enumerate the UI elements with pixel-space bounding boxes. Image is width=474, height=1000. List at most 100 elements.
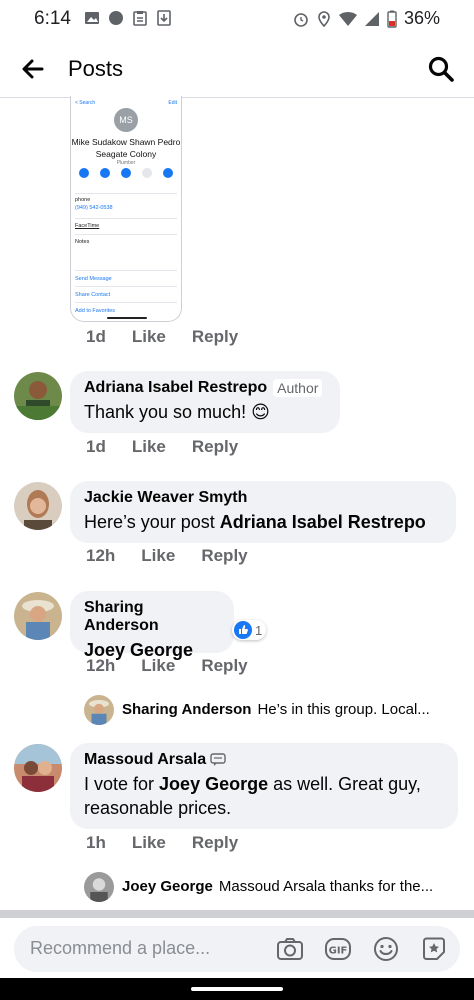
message-action-icon bbox=[79, 168, 89, 178]
comment-author-row: Massoud Arsala bbox=[84, 751, 444, 769]
reply-button[interactable]: Reply bbox=[201, 656, 247, 676]
comment-bubble[interactable]: Adriana Isabel Restrepo Author Thank you… bbox=[70, 371, 340, 433]
status-bar: 6:14 36% bbox=[0, 0, 474, 38]
like-button[interactable]: Like bbox=[132, 437, 166, 457]
comment-bubble[interactable]: Jackie Weaver Smyth Here’s your post Adr… bbox=[70, 481, 456, 543]
comment-meta: 1d Like Reply bbox=[86, 327, 264, 347]
comment-bubble[interactable]: Sharing Anderson Joey George bbox=[70, 591, 234, 660]
page-title: Posts bbox=[68, 56, 124, 81]
camera-icon[interactable] bbox=[276, 935, 304, 963]
reply-author[interactable]: Sharing Anderson bbox=[122, 701, 251, 718]
reaction-count: 1 bbox=[255, 622, 263, 638]
comment-text-plain: Here’s your post bbox=[84, 512, 220, 532]
comment-author[interactable]: Jackie Weaver Smyth bbox=[84, 489, 247, 507]
reply-snippet: He’s in this group. Local... bbox=[257, 701, 430, 718]
comment-meta: 12h Like Reply bbox=[86, 546, 274, 566]
clipboard-icon bbox=[133, 11, 147, 26]
reply-preview[interactable]: Sharing Anderson He’s in this group. Loc… bbox=[122, 701, 430, 718]
reply-button[interactable]: Reply bbox=[192, 833, 238, 853]
avatar[interactable] bbox=[14, 592, 62, 640]
comment-time: 1h bbox=[86, 833, 106, 852]
phone-number: (949) 542-0538 bbox=[75, 205, 113, 211]
add-favorites-link: Add to Favorites bbox=[75, 308, 116, 314]
comment-meta: 1h Like Reply bbox=[86, 833, 264, 853]
notes-label: Notes bbox=[75, 239, 90, 245]
avatar[interactable] bbox=[14, 482, 62, 530]
back-arrow-icon[interactable] bbox=[18, 54, 48, 84]
reply-snippet: Massoud Arsala thanks for the... bbox=[218, 878, 434, 895]
avatar[interactable] bbox=[84, 695, 114, 725]
comment-author[interactable]: Sharing Anderson bbox=[84, 599, 220, 635]
location-icon bbox=[318, 10, 330, 27]
comment-time: 1d bbox=[86, 437, 106, 456]
alarm-icon bbox=[294, 12, 308, 27]
photo-icon bbox=[85, 12, 99, 24]
comment-text: Here’s your post Adriana Isabel Restrepo bbox=[84, 510, 442, 534]
emoji-icon[interactable] bbox=[372, 935, 400, 963]
svg-text:GIF: GIF bbox=[329, 946, 348, 957]
divider bbox=[75, 193, 177, 194]
contact-initials: MS bbox=[114, 108, 138, 132]
like-button[interactable]: Like bbox=[132, 327, 166, 347]
comment-bubble[interactable]: Massoud Arsala I vote for Joey George as… bbox=[70, 743, 458, 829]
reply-preview[interactable]: Joey George Massoud Arsala thanks for th… bbox=[122, 878, 433, 895]
comment-time: 1d bbox=[86, 327, 106, 346]
contact-name: Mike Sudakow Shawn Pedro Seagate Colony bbox=[71, 137, 181, 159]
comment-time: 12h bbox=[86, 546, 116, 565]
like-button[interactable]: Like bbox=[141, 656, 175, 676]
comment-author[interactable]: Massoud Arsala bbox=[84, 751, 206, 769]
gif-icon[interactable]: GIF bbox=[324, 935, 352, 963]
wifi-icon bbox=[338, 11, 357, 26]
comment-author-row: Jackie Weaver Smyth bbox=[84, 489, 442, 507]
pay-action-icon bbox=[163, 168, 173, 178]
system-icons: 36% bbox=[293, 8, 440, 29]
comment-input[interactable]: Recommend a place... bbox=[30, 938, 210, 959]
comment-author-row: Adriana Isabel Restrepo Author bbox=[84, 379, 326, 397]
send-message-link: Send Message bbox=[75, 276, 112, 282]
comment-image[interactable]: < Search Edit MS Mike Sudakow Shawn Pedr… bbox=[70, 96, 182, 322]
search-icon[interactable] bbox=[426, 54, 456, 84]
conversation-starter-icon bbox=[210, 753, 226, 766]
comment-composer[interactable]: Recommend a place... GIF bbox=[14, 926, 460, 972]
image-top-bar: < Search Edit bbox=[75, 100, 177, 106]
phone-label: phone bbox=[75, 197, 91, 203]
comment-text: Thank you so much! 😊 bbox=[84, 402, 270, 422]
avatar[interactable] bbox=[14, 372, 62, 420]
video-action-icon bbox=[121, 168, 131, 178]
contact-sub: Plumber bbox=[116, 160, 136, 166]
signal-icon bbox=[364, 11, 379, 26]
comment-meta: 12h Like Reply bbox=[86, 656, 274, 676]
divider bbox=[75, 302, 177, 303]
battery-icon bbox=[387, 10, 397, 28]
mention[interactable]: Joey George bbox=[159, 774, 268, 794]
like-button[interactable]: Like bbox=[132, 833, 166, 853]
share-contact-link: Share Contact bbox=[75, 292, 111, 298]
divider bbox=[75, 218, 177, 219]
reply-author[interactable]: Joey George bbox=[122, 878, 213, 895]
home-gesture-pill[interactable] bbox=[191, 987, 283, 991]
comment-author-row: Sharing Anderson bbox=[84, 599, 220, 635]
screen: 6:14 36% Posts < Search Edit MS Mike Sud… bbox=[0, 0, 474, 1000]
divider bbox=[75, 270, 177, 271]
reply-button[interactable]: Reply bbox=[192, 437, 238, 457]
home-indicator bbox=[107, 317, 147, 319]
reply-button[interactable]: Reply bbox=[201, 546, 247, 566]
reply-button[interactable]: Reply bbox=[192, 327, 238, 347]
like-button[interactable]: Like bbox=[141, 546, 175, 566]
comment-meta: 1d Like Reply bbox=[86, 437, 264, 457]
call-action-icon bbox=[100, 168, 110, 178]
download-icon bbox=[157, 10, 171, 26]
image-edit-link: Edit bbox=[168, 100, 177, 106]
mail-action-icon bbox=[142, 168, 152, 178]
comment-author[interactable]: Adriana Isabel Restrepo bbox=[84, 379, 267, 397]
avatar[interactable] bbox=[14, 744, 62, 792]
circle-icon bbox=[109, 11, 123, 25]
image-back-link: < Search bbox=[75, 100, 96, 106]
mention[interactable]: Adriana Isabel Restrepo bbox=[220, 512, 426, 532]
comment-time: 12h bbox=[86, 656, 116, 675]
avatar[interactable] bbox=[84, 872, 114, 902]
sticker-icon[interactable] bbox=[420, 935, 448, 963]
app-header: Posts bbox=[0, 40, 474, 98]
reaction-summary[interactable]: 1 bbox=[232, 620, 267, 640]
comment-text: I vote for Joey George as well. Great gu… bbox=[84, 772, 444, 820]
